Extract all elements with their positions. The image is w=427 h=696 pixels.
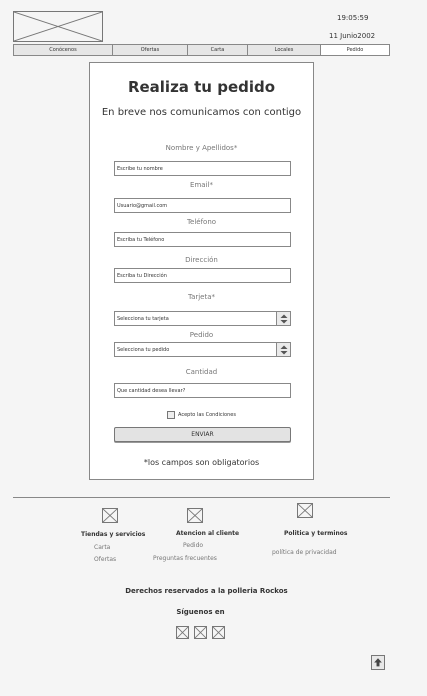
card-label: Tarjeta* (187, 293, 216, 301)
address-field[interactable]: Escriba tu Dirección (114, 268, 291, 283)
terms-label: Acepto las Condiciones (178, 412, 236, 418)
footer-link-privacy[interactable]: política de privacidad (272, 549, 337, 556)
terms-checkbox[interactable] (167, 411, 175, 419)
tab-locales[interactable]: Locales (248, 45, 321, 55)
card-select[interactable]: Selecciona tu tarjeta (114, 311, 291, 326)
select-arrows-icon[interactable] (276, 343, 290, 356)
email-field[interactable]: Usuario@gmail.com (114, 198, 291, 213)
quantity-field[interactable]: Que cantidad desea llevar? (114, 383, 291, 398)
footer-col-policy-title: Politica y terminos (284, 530, 348, 537)
quantity-label: Cantidad (185, 368, 218, 376)
form-subtitle: En breve nos comunicamos con contigo (101, 107, 302, 118)
tab-pedido[interactable]: Pedido (321, 45, 389, 55)
order-label: Pedido (189, 331, 214, 339)
card-select-value: Selecciona tu tarjeta (117, 315, 169, 322)
email-label: Email* (190, 181, 213, 189)
phone-label: Teléfono (186, 218, 217, 226)
select-arrows-icon[interactable] (276, 312, 290, 325)
order-form: Realiza tu pedido En breve nos comunicam… (89, 62, 314, 480)
policy-image-placeholder-icon (297, 503, 313, 518)
social-image-placeholder-icon[interactable] (176, 626, 189, 639)
footer-col-stores-title: Tiendas y servicios (81, 531, 146, 538)
name-field[interactable]: Escribe tu nombre (114, 161, 291, 176)
footer-link-ofertas[interactable]: Ofertas (94, 556, 116, 563)
footer-col-support-title: Atencion al cliente (176, 530, 240, 537)
tab-carta[interactable]: Carta (188, 45, 248, 55)
terms-row: Acepto las Condiciones (167, 411, 236, 419)
tab-ofertas[interactable]: Ofertas (113, 45, 188, 55)
social-image-placeholder-icon[interactable] (212, 626, 225, 639)
clock: 19:05:59 (337, 14, 369, 22)
order-select-value: Selecciona tu pedido (117, 346, 170, 353)
required-note: *los campos son obligatorios (143, 458, 260, 467)
name-label: Nombre y Apellidos* (165, 144, 238, 152)
address-label: Dirección (185, 256, 218, 264)
footer-link-faq[interactable]: Preguntas frecuentes (153, 555, 217, 562)
back-to-top-arrow-up-icon[interactable] (371, 655, 385, 670)
order-select[interactable]: Selecciona tu pedido (114, 342, 291, 357)
follow-us-label: Síguenos en (176, 608, 225, 616)
store-image-placeholder-icon (102, 508, 118, 523)
main-nav: Conócenos Ofertas Carta Locales Pedido (13, 44, 390, 56)
footer-link-carta[interactable]: Carta (94, 544, 110, 551)
support-image-placeholder-icon (187, 508, 203, 523)
date: 11 Junio2002 (329, 32, 376, 40)
send-button[interactable]: ENVIAR (114, 427, 291, 442)
footer-link-pedido[interactable]: Pedido (183, 542, 203, 549)
form-title: Realiza tu pedido (127, 78, 276, 96)
social-image-placeholder-icon[interactable] (194, 626, 207, 639)
footer-divider (13, 497, 390, 498)
tab-conocenos[interactable]: Conócenos (14, 45, 113, 55)
logo-placeholder-icon (13, 11, 103, 42)
phone-field[interactable]: Escriba tu Teléfono (114, 232, 291, 247)
copyright-text: Derechos reservados a la polleria Rockos (125, 587, 288, 595)
